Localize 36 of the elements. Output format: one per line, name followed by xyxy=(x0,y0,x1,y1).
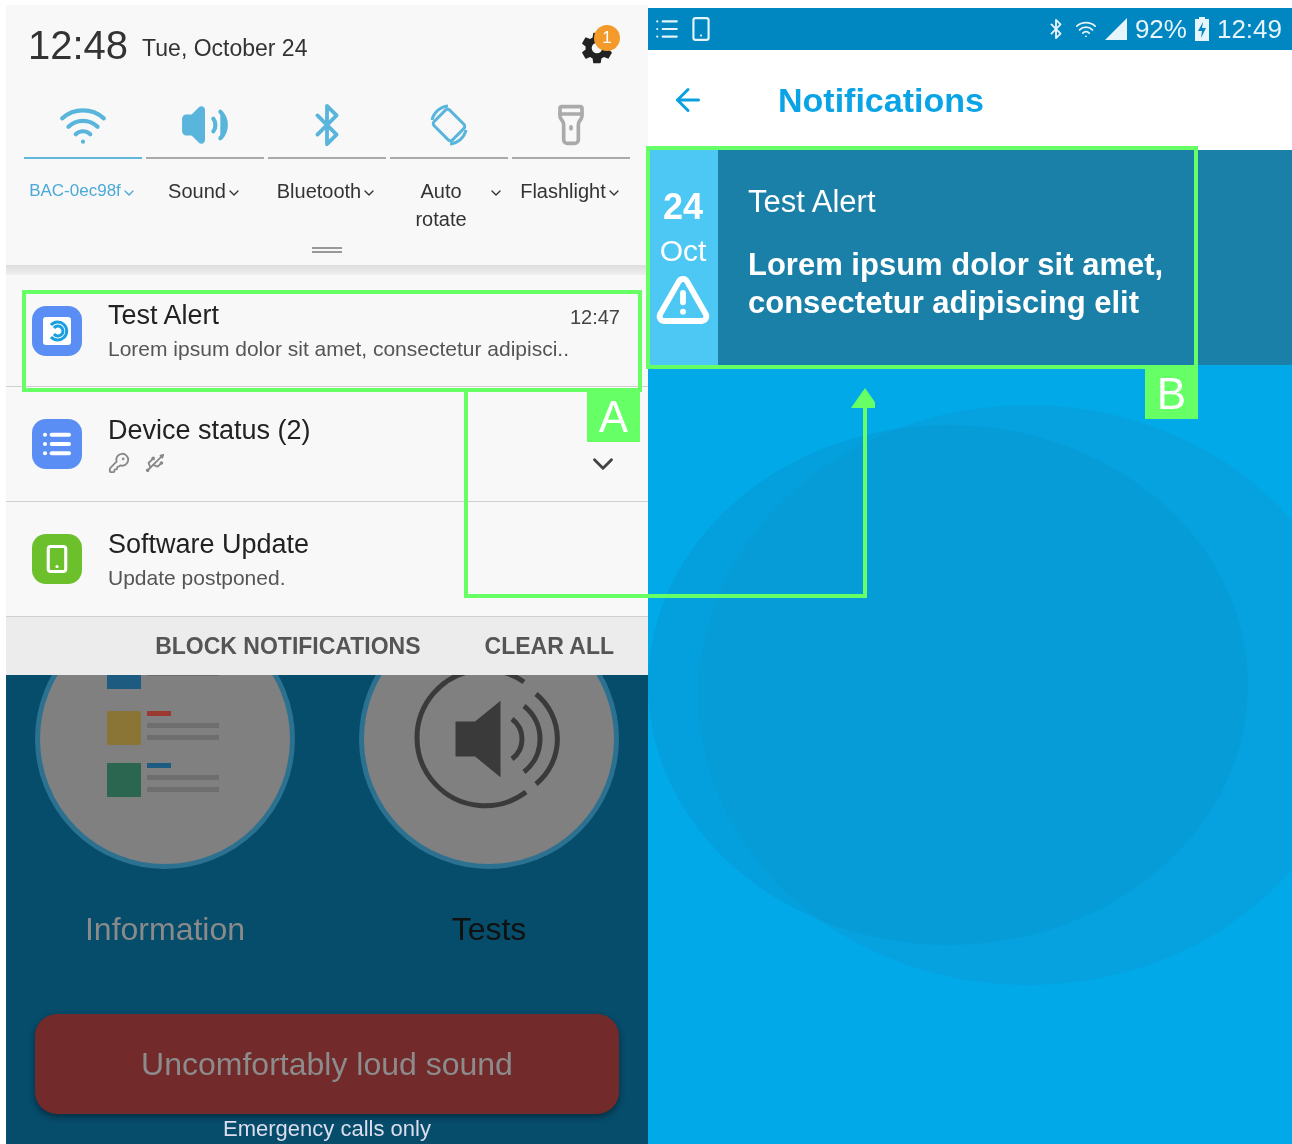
callout-label: B xyxy=(1145,369,1198,419)
toggle-label[interactable]: Auto rotate xyxy=(394,177,504,233)
notification-title: Device status (2) xyxy=(108,414,311,446)
list-icon xyxy=(32,419,82,469)
status-time: 12:49 xyxy=(1216,13,1282,45)
notification-title: Test Alert xyxy=(108,300,220,331)
carrier-text: Emergency calls only xyxy=(223,1116,431,1142)
notification-time: 12:47 xyxy=(569,306,620,329)
toggle-label[interactable]: Flashlight xyxy=(516,177,626,205)
date-text: Tue, October 24 xyxy=(142,34,309,62)
usb-icon xyxy=(144,451,166,474)
screen-title: Notifications xyxy=(778,80,984,120)
battery-percent: 92% xyxy=(1134,13,1187,45)
signal-icon xyxy=(1104,18,1127,40)
alert-month: Oct xyxy=(659,234,707,268)
menu-label: Tests xyxy=(451,911,527,948)
notification-title: Software Update xyxy=(108,528,310,560)
battery-icon xyxy=(1194,17,1209,41)
alert-message: Lorem ipsum dolor sit amet, consectetur adipiscing elit xyxy=(748,246,1165,322)
notification-badge: 1 xyxy=(594,25,620,51)
callout-label: A xyxy=(587,392,640,442)
toggle-label[interactable]: Sound xyxy=(150,177,260,205)
alert-day: 24 xyxy=(662,186,703,228)
menu-label: Information xyxy=(84,911,246,948)
notification-text: Lorem ipsum dolor sit amet, consectetur adipisci.. xyxy=(108,337,571,361)
clock-time: 12:48 xyxy=(28,22,129,68)
alert-card[interactable]: 24 Oct Test Alert Lorem ipsum dolor sit amet, consectetur adipiscing elit xyxy=(648,150,1292,365)
drag-handle[interactable] xyxy=(312,247,342,253)
notification-row[interactable]: Test Alert 12:47 Lorem ipsum dolor sit amet, consectetur adipisci.. xyxy=(6,275,648,387)
toggle-label[interactable]: Bluetooth xyxy=(272,177,382,205)
alert-title: Test Alert xyxy=(748,184,877,220)
action-button[interactable]: BLOCK NOTIFICATIONS xyxy=(155,632,421,660)
key-icon xyxy=(108,451,130,474)
app-icon xyxy=(32,305,82,356)
action-button[interactable]: CLEAR ALL xyxy=(484,632,614,660)
notification-text: Update postponed. xyxy=(108,565,287,590)
